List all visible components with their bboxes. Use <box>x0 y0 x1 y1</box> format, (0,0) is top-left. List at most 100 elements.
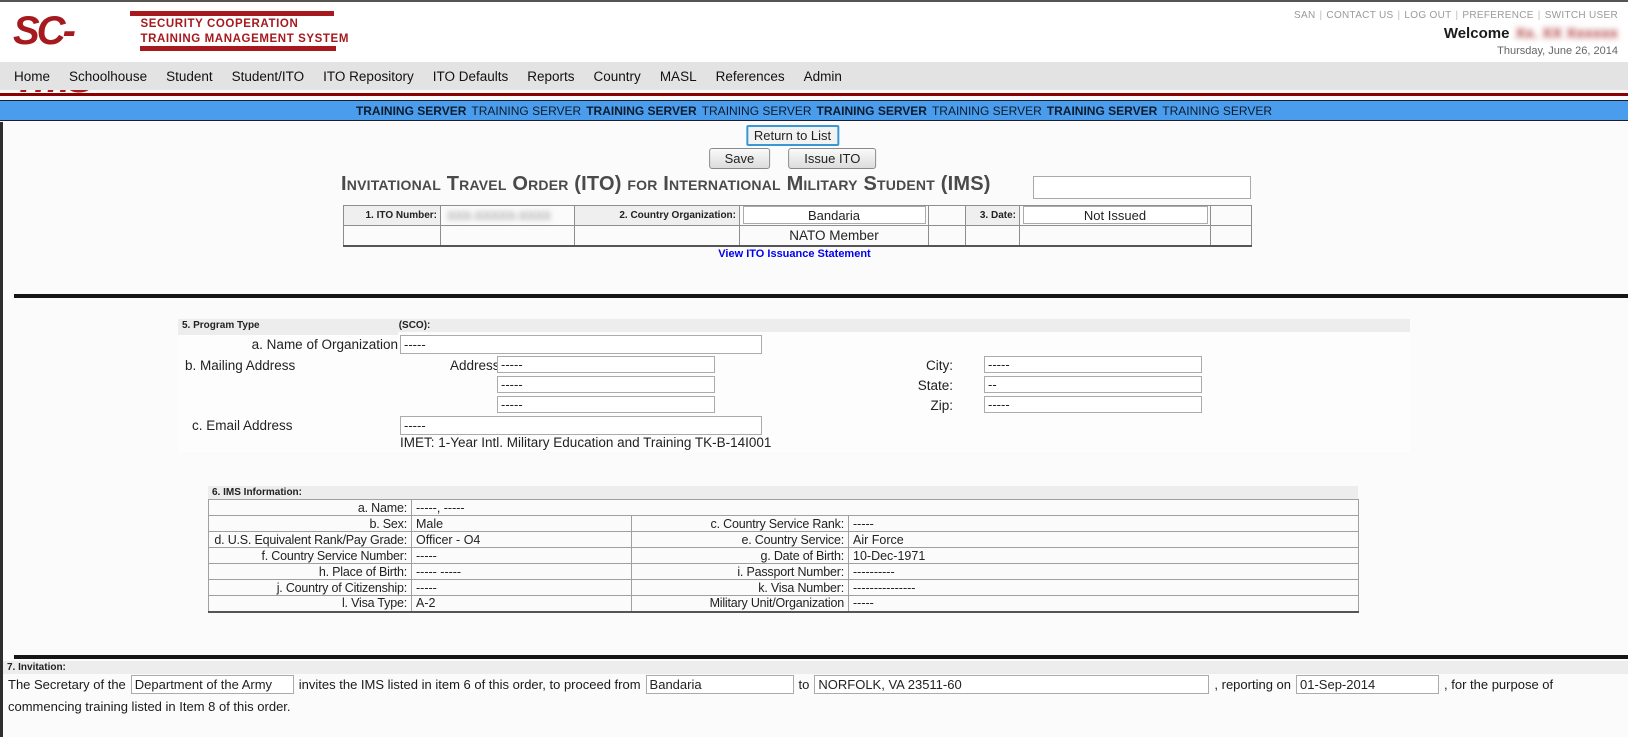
table-row: d. U.S. Equivalent Rank/Pay Grade: Offic… <box>208 531 1359 548</box>
ims-sex-value: Male <box>411 515 632 532</box>
table-row: NATO Member <box>343 225 1252 246</box>
table-row: b. Sex: Male c. Country Service Rank: --… <box>208 515 1359 532</box>
issue-ito-button[interactable]: Issue ITO <box>788 148 877 169</box>
empty-cell <box>928 205 966 226</box>
separator: | <box>1319 10 1323 21</box>
empty-cell <box>1019 225 1211 246</box>
nav-ito-repository[interactable]: ITO Repository <box>323 69 414 84</box>
banner-segment: TRAINING SERVER <box>471 103 582 118</box>
section-divider <box>14 655 1628 659</box>
ito-number-label: 1. ITO Number: <box>343 205 441 226</box>
section-divider <box>14 294 1628 298</box>
ims-date-of-birth-value: 10-Dec-1971 <box>848 547 1359 564</box>
ims-military-unit-label: Military Unit/Organization <box>631 595 849 612</box>
reporting-on-input[interactable] <box>1296 675 1439 694</box>
ims-name-label: a. Name: <box>208 499 412 516</box>
ito-number-cell: XXX-XXXXX-XXXX <box>440 205 575 226</box>
ims-military-unit-value: ----- <box>848 595 1359 612</box>
ims-country-service-number-value: ----- <box>411 547 632 564</box>
empty-cell <box>1210 225 1252 246</box>
name-of-organization-input[interactable] <box>400 335 762 354</box>
secretary-department-input[interactable] <box>130 675 294 694</box>
separator: | <box>1455 10 1459 21</box>
invitation-text-5: , for the purpose of <box>1444 677 1554 692</box>
address-line3-input[interactable] <box>497 396 715 413</box>
ims-country-service-number-label: f. Country Service Number: <box>208 547 412 564</box>
view-ito-issuance-statement-link[interactable]: View ITO Issuance Statement <box>718 248 870 260</box>
program-type-label: 5. Program Type <box>178 319 398 335</box>
ims-visa-number-value: --------------- <box>848 579 1359 596</box>
table-row: l. Visa Type: A-2 Military Unit/Organiza… <box>208 595 1359 612</box>
nav-home[interactable]: Home <box>14 69 50 84</box>
sctms-logo: SC-TmS SECURITY COOPERATION TRAINING MAN… <box>13 7 349 101</box>
page: SC-TmS SECURITY COOPERATION TRAINING MAN… <box>0 0 1628 737</box>
email-address-label: c. Email Address <box>192 418 293 433</box>
ito-number-value-redacted: XXX-XXXXX-XXXX <box>447 208 552 223</box>
return-to-list-button[interactable]: Return to List <box>745 125 840 146</box>
country-org-input[interactable] <box>742 206 926 225</box>
section-7-header: 7. Invitation: <box>3 661 1628 674</box>
ims-name-value: -----, ----- <box>411 499 1359 516</box>
link-log-out[interactable]: LOG OUT <box>1404 10 1451 21</box>
banner-segment: TRAINING SERVER <box>816 103 927 118</box>
nav-country[interactable]: Country <box>594 69 641 84</box>
city-input[interactable] <box>984 356 1202 373</box>
proceed-from-input[interactable] <box>645 675 794 694</box>
table-row: h. Place of Birth: ----- ----- i. Passpo… <box>208 563 1359 580</box>
section-4-sco: 4. Issuing Security Cooperation Organiza… <box>178 319 1410 452</box>
ito-header-table: 1. ITO Number: XXX-XXXXX-XXXX 2. Country… <box>343 205 1252 247</box>
address-line1-input[interactable] <box>497 356 715 373</box>
link-san[interactable]: SAN <box>1294 10 1315 21</box>
ims-date-of-birth-label: g. Date of Birth: <box>631 547 849 564</box>
invitation-text-6: commencing training listed in Item 8 of … <box>8 699 291 714</box>
link-switch-user[interactable]: SWITCH USER <box>1545 10 1618 21</box>
utility-links: SAN | CONTACT US | LOG OUT | PREFERENCE | SWITCH… <box>1294 10 1618 21</box>
ims-country-service-label: e. Country Service: <box>631 531 849 548</box>
nav-reports[interactable]: Reports <box>527 69 574 84</box>
nav-schoolhouse[interactable]: Schoolhouse <box>69 69 147 84</box>
training-server-banner: TRAINING SERVER TRAINING SERVER TRAINING… <box>0 100 1628 121</box>
nato-member-cell: NATO Member <box>739 225 929 246</box>
logo-bar-top <box>130 11 335 16</box>
form-title: Invitational Travel Order (ITO) for Inte… <box>341 173 991 195</box>
ims-place-of-birth-label: h. Place of Birth: <box>208 563 412 580</box>
nav-admin[interactable]: Admin <box>804 69 842 84</box>
city-label: City: <box>926 358 953 373</box>
logo-bar-bottom <box>140 46 337 51</box>
logo-subtitle: SECURITY COOPERATION TRAINING MANAGEMENT… <box>130 7 349 57</box>
link-contact-us[interactable]: CONTACT US <box>1326 10 1393 21</box>
ims-country-service-rank-value: ----- <box>848 515 1359 532</box>
invitation-text-1: The Secretary of the <box>8 677 126 692</box>
nav-student-ito[interactable]: Student/ITO <box>232 69 305 84</box>
content-area: Return to List Save Issue ITO Invitation… <box>0 122 1628 737</box>
nav-masl[interactable]: MASL <box>660 69 697 84</box>
ims-us-rank-value: Officer - O4 <box>411 531 632 548</box>
state-input[interactable] <box>984 376 1202 393</box>
zip-label: Zip: <box>930 398 953 413</box>
banner-segment: TRAINING SERVER <box>701 103 812 118</box>
logo-subtitle-line2: TRAINING MANAGEMENT SYSTEM <box>140 33 349 45</box>
address-line2-input[interactable] <box>497 376 715 393</box>
empty-cell <box>965 225 1020 246</box>
state-label: State: <box>917 378 953 393</box>
separator: | <box>1397 10 1401 21</box>
date-cell <box>1019 205 1211 226</box>
link-preference[interactable]: PREFERENCE <box>1462 10 1533 21</box>
save-button[interactable]: Save <box>708 148 771 169</box>
zip-input[interactable] <box>984 396 1202 413</box>
nav-references[interactable]: References <box>716 69 785 84</box>
empty-cell <box>343 225 441 246</box>
date-input[interactable] <box>1022 206 1208 225</box>
mailing-address-label: b. Mailing Address <box>185 358 296 373</box>
ims-citizenship-label: j. Country of Citizenship: <box>208 579 412 596</box>
email-address-input[interactable] <box>400 416 762 435</box>
nav-student[interactable]: Student <box>166 69 213 84</box>
ims-visa-type-value: A-2 <box>411 595 632 612</box>
banner-segment: TRAINING SERVER <box>931 103 1042 118</box>
invitation-text-3: to <box>798 677 810 692</box>
table-row: a. Name: -----, ----- <box>208 499 1359 516</box>
title-adjacent-input[interactable] <box>1033 176 1251 199</box>
date-label: 3. Date: <box>965 205 1020 226</box>
proceed-to-input[interactable] <box>814 675 1210 694</box>
nav-ito-defaults[interactable]: ITO Defaults <box>433 69 509 84</box>
